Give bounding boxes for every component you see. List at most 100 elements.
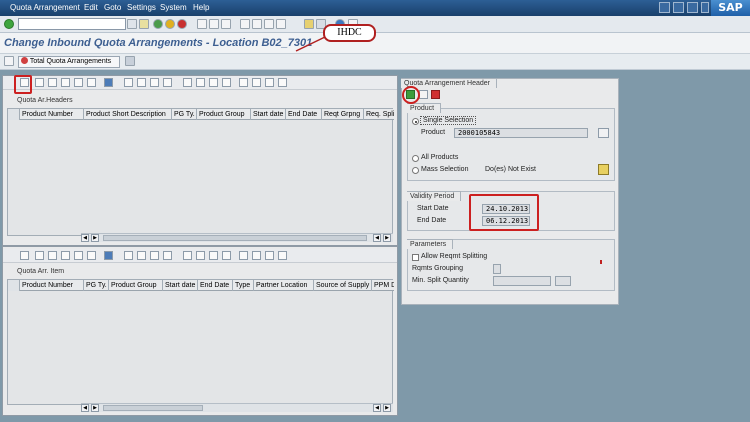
single-selection-radio[interactable] [412,118,419,125]
scroll-left-icon[interactable]: ◀ [81,404,89,412]
find-next-row-icon[interactable] [150,78,159,87]
column-header[interactable]: PG Ty. [172,109,197,120]
scroll-right-icon[interactable]: ▶ [383,234,391,242]
column-header[interactable]: Product Short Description [84,109,172,120]
find-next-icon[interactable] [221,19,231,29]
layout-icon[interactable] [278,78,287,87]
save-icon[interactable] [139,19,149,29]
window-minimize-icon[interactable] [673,2,684,13]
menu-system[interactable]: System [160,3,187,12]
word-processing-icon[interactable] [265,251,274,260]
copy-icon[interactable] [35,78,44,87]
column-header[interactable]: Product Group [197,109,251,120]
copy-icon[interactable] [35,251,44,260]
find-icon[interactable] [209,19,219,29]
menu-edit[interactable]: Edit [84,3,98,12]
column-header[interactable]: Partner Location [254,280,314,291]
column-header[interactable]: End Date [286,109,322,120]
min-split-quantity-field[interactable] [493,276,551,286]
word-processing-icon[interactable] [265,78,274,87]
enter-icon[interactable] [4,19,14,29]
back-icon[interactable] [153,19,163,29]
window-close-icon[interactable] [701,2,709,13]
filter-icon[interactable] [137,251,146,260]
sort-ascending-icon[interactable] [163,78,172,87]
layout-icon[interactable] [278,251,287,260]
sort-icon[interactable] [74,78,83,87]
column-header[interactable]: PPM De [372,280,394,291]
headers-horizontal-scrollbar[interactable]: ◀ ▶ ◀ ▶ [81,233,393,242]
select-all-icon[interactable] [8,109,20,120]
menu-quota-arrangement[interactable]: Quota Arrangement [10,3,80,12]
filter-icon[interactable] [137,78,146,87]
export-icon[interactable] [239,78,248,87]
delete-icon[interactable] [183,78,192,87]
all-products-radio[interactable] [412,155,419,162]
column-header[interactable]: Product Number [20,280,84,291]
mass-selection-icon[interactable] [598,164,609,175]
display-change-icon[interactable] [4,56,14,66]
total-quota-arrangements-button[interactable]: Total Quota Arrangements [18,56,120,68]
details-icon[interactable] [48,251,57,260]
column-header[interactable]: Source of Supply [314,280,372,291]
export-icon[interactable] [239,251,248,260]
items-horizontal-scrollbar[interactable]: ◀ ▶ ◀ ▶ [81,403,393,412]
select-all-icon[interactable] [8,280,20,291]
subtotal-icon[interactable] [222,251,231,260]
spreadsheet-icon[interactable] [252,78,261,87]
menu-settings[interactable]: Settings [127,3,156,12]
scroll-left-icon[interactable]: ◀ [373,234,381,242]
window-maximize-icon[interactable] [687,2,698,13]
total-icon[interactable] [209,251,218,260]
sort-ascending-icon[interactable] [163,251,172,260]
new-document-icon[interactable] [20,251,29,260]
command-field[interactable] [18,18,126,30]
find-next-row-icon[interactable] [150,251,159,260]
refresh-icon[interactable] [125,56,135,66]
delete-icon[interactable] [183,251,192,260]
command-dropdown-icon[interactable] [127,19,137,29]
scroll-left-icon[interactable]: ◀ [373,404,381,412]
find-row-icon[interactable] [61,251,70,260]
column-header[interactable]: Start date [251,109,286,120]
last-page-icon[interactable] [276,19,286,29]
refresh-list-icon[interactable] [104,78,113,87]
print-list-icon[interactable] [124,251,133,260]
copy-icon[interactable] [419,90,428,99]
mass-selection-radio[interactable] [412,167,419,174]
scroll-right-icon[interactable]: ▶ [91,404,99,412]
column-header[interactable]: Product Number [20,109,84,120]
refresh-list-icon[interactable] [104,251,113,260]
column-header[interactable]: Product Group [109,280,163,291]
column-header[interactable]: PG Ty. [84,280,109,291]
column-header[interactable]: Req. Split [364,109,394,120]
total-icon[interactable] [209,78,218,87]
set-filter-icon[interactable] [196,251,205,260]
product-search-icon[interactable] [598,128,609,138]
print-icon[interactable] [197,19,207,29]
find-row-icon[interactable] [61,78,70,87]
column-header[interactable]: Reqt Grpng [322,109,364,120]
cancel-icon[interactable] [431,90,440,99]
scroll-right-icon[interactable]: ▶ [91,234,99,242]
min-split-unit-field[interactable] [555,276,571,286]
previous-page-icon[interactable] [252,19,262,29]
print-list-icon[interactable] [124,78,133,87]
allow-reqmt-splitting-checkbox[interactable] [412,254,419,261]
scroll-right-icon[interactable]: ▶ [383,404,391,412]
window-tile-icon[interactable] [659,2,670,13]
next-page-icon[interactable] [264,19,274,29]
set-filter-icon[interactable] [196,78,205,87]
exit-icon[interactable] [165,19,175,29]
column-header[interactable]: End Date [198,280,233,291]
scroll-thumb[interactable] [103,405,203,411]
spreadsheet-icon[interactable] [252,251,261,260]
sort-icon[interactable] [74,251,83,260]
scroll-left-icon[interactable]: ◀ [81,234,89,242]
create-session-icon[interactable] [304,19,314,29]
first-page-icon[interactable] [240,19,250,29]
scroll-thumb[interactable] [103,235,367,241]
display-icon[interactable] [87,78,96,87]
menu-goto[interactable]: Goto [104,3,121,12]
subtotal-icon[interactable] [222,78,231,87]
